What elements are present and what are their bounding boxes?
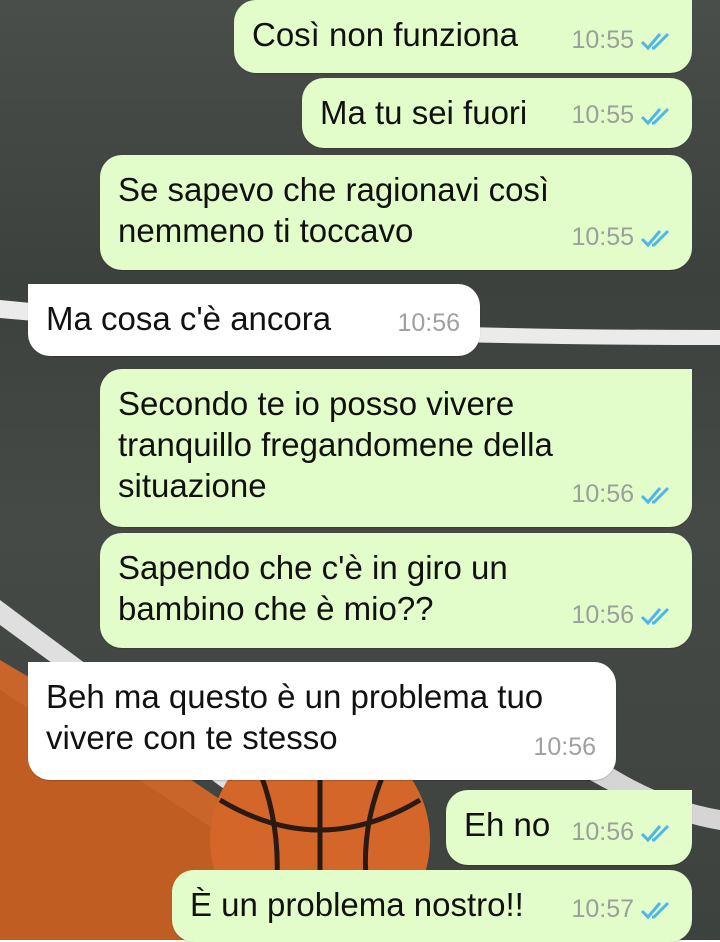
message-meta: 10:55 bbox=[571, 95, 672, 136]
message-time: 10:56 bbox=[397, 309, 460, 337]
message-time: 10:57 bbox=[571, 895, 634, 923]
read-ticks-icon bbox=[640, 901, 670, 919]
message-bubble-outgoing[interactable]: Così non funziona 10:55 bbox=[234, 0, 692, 73]
message-time: 10:55 bbox=[571, 223, 634, 251]
message-bubble-incoming[interactable]: Beh ma questo è un problema tuo vivere c… bbox=[28, 662, 616, 780]
message-meta: 10:56 bbox=[571, 595, 672, 636]
message-meta: 10:56 bbox=[571, 474, 672, 515]
message-time: 10:56 bbox=[533, 733, 596, 761]
message-meta: 10:55 bbox=[571, 217, 672, 258]
read-ticks-icon bbox=[640, 824, 670, 842]
message-time: 10:56 bbox=[571, 601, 634, 629]
message-time: 10:56 bbox=[571, 818, 634, 846]
message-bubble-incoming[interactable]: Ma cosa c'è ancora 10:56 bbox=[28, 284, 480, 356]
message-meta: 10:56 bbox=[533, 727, 596, 768]
message-bubble-outgoing[interactable]: È un problema nostro!! 10:57 bbox=[172, 870, 692, 942]
read-ticks-icon bbox=[640, 32, 670, 50]
message-time: 10:56 bbox=[571, 480, 634, 508]
message-meta: 10:57 bbox=[571, 889, 672, 930]
message-meta: 10:55 bbox=[571, 20, 672, 61]
message-bubble-outgoing[interactable]: Eh no 10:56 bbox=[446, 790, 692, 865]
read-ticks-icon bbox=[640, 107, 670, 125]
read-ticks-icon bbox=[640, 486, 670, 504]
message-bubble-outgoing[interactable]: Sapendo che c'è in giro un bambino che è… bbox=[100, 533, 692, 648]
message-time: 10:55 bbox=[571, 101, 634, 129]
message-time: 10:55 bbox=[571, 26, 634, 54]
read-ticks-icon bbox=[640, 607, 670, 625]
message-meta: 10:56 bbox=[571, 812, 672, 853]
message-bubble-outgoing[interactable]: Se sapevo che ragionavi così nemmeno ti … bbox=[100, 155, 692, 270]
message-text: Beh ma questo è un problema tuo vivere c… bbox=[46, 678, 544, 756]
message-bubble-outgoing[interactable]: Secondo te io posso vivere tranquillo fr… bbox=[100, 369, 692, 527]
message-bubble-outgoing[interactable]: Ma tu sei fuori 10:55 bbox=[302, 78, 692, 148]
message-text: Ma cosa c'è ancora bbox=[46, 300, 332, 337]
message-meta: 10:56 bbox=[397, 303, 460, 344]
read-ticks-icon bbox=[640, 229, 670, 247]
